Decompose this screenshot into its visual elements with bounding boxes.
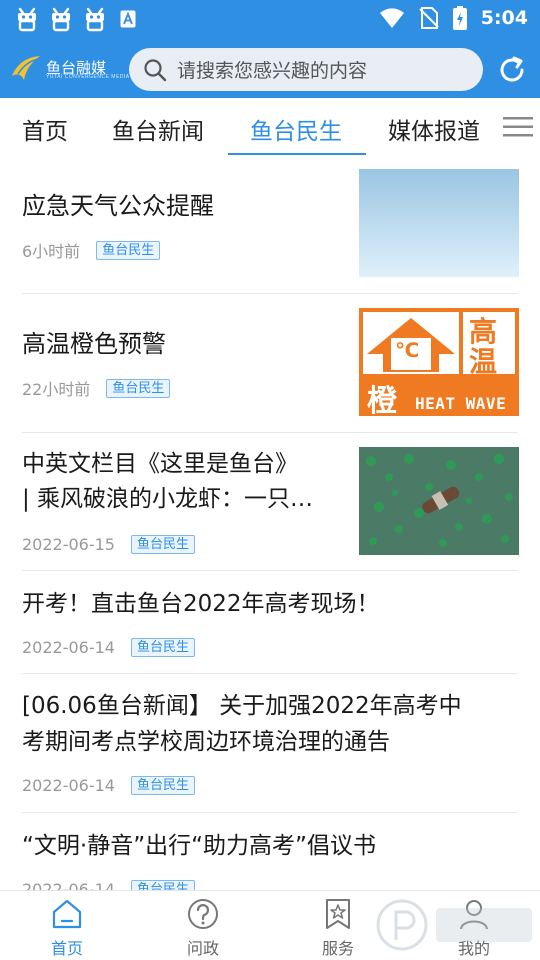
search-bar[interactable]: 请搜索您感兴趣的内容	[129, 48, 483, 91]
notification-bug-icon	[18, 7, 36, 32]
list-item[interactable]: 应急天气公众提醒 6小时前 鱼台民生	[0, 156, 540, 294]
list-item[interactable]: “文明·静音”出行“助力高考”倡议书 2022-06-14 鱼台民生	[0, 813, 540, 890]
article-time: 22小时前	[22, 380, 91, 399]
heat-wave-label: HEAT WAVE	[415, 394, 507, 413]
nav-services[interactable]: 服务	[298, 897, 378, 959]
article-title-line: [06.06鱼台新闻】 关于加强2022年高考中	[22, 693, 462, 719]
list-item[interactable]: 高温橙色预警 22小时前 鱼台民生 ℃ 高 温 橙 HEAT WAVE	[0, 294, 540, 433]
battery-charging-icon	[452, 6, 467, 30]
article-time: 2022-06-15	[22, 535, 115, 554]
search-icon	[144, 58, 167, 81]
nav-label: 首页	[50, 939, 83, 958]
home-icon	[52, 899, 82, 929]
article-title-line: 中英文栏目《这里是鱼台》	[22, 451, 298, 477]
notification-bug-icon	[52, 7, 70, 32]
status-bar: 5:04	[0, 0, 540, 38]
bookmark-star-icon	[326, 899, 350, 929]
article-time: 2022-06-14	[22, 880, 115, 890]
keyboard-a-icon	[120, 10, 136, 28]
logo-subtext: YUTAI CONVERGENCE MEDIA	[46, 74, 130, 80]
wifi-icon	[379, 8, 404, 28]
tab-home[interactable]: 首页	[22, 112, 68, 146]
article-list: 应急天气公众提醒 6小时前 鱼台民生 高温橙色预警 22小时前 鱼台民生 ℃ 高…	[0, 156, 540, 890]
article-meta: 22小时前 鱼台民生	[22, 376, 171, 400]
refresh-icon[interactable]	[497, 55, 527, 85]
notification-icons	[14, 6, 136, 32]
menu-icon[interactable]	[503, 116, 533, 138]
article-time: 2022-06-14	[22, 638, 115, 657]
nav-home[interactable]: 首页	[27, 897, 107, 959]
article-title-line: | 乘风破浪的小龙虾：一只…	[22, 486, 314, 512]
tab-yutai-livelihood[interactable]: 鱼台民生	[250, 112, 342, 146]
article-time: 6小时前	[22, 242, 81, 261]
category-tag: 鱼台民生	[96, 240, 161, 260]
list-item[interactable]: [06.06鱼台新闻】 关于加强2022年高考中 考期间考点学校周边环境治理的通…	[0, 674, 540, 813]
notification-bug-icon	[86, 7, 104, 32]
category-tag: 鱼台民生	[130, 535, 195, 554]
article-title: 应急天气公众提醒	[22, 192, 214, 220]
article-meta: 2022-06-14 鱼台民生	[22, 880, 195, 890]
system-indicators: 5:04	[379, 6, 528, 30]
category-tabs: 首页 鱼台新闻 鱼台民生 媒体报道	[0, 98, 540, 156]
article-meta: 2022-06-14 鱼台民生	[22, 638, 195, 657]
article-time: 2022-06-14	[22, 776, 115, 795]
list-item[interactable]: 开考！直击鱼台2022年高考现场！ 2022-06-14 鱼台民生	[0, 571, 540, 674]
watermark-logo	[376, 899, 532, 951]
list-item[interactable]: 中英文栏目《这里是鱼台》 | 乘风破浪的小龙虾：一只… 2022-06-15 鱼…	[0, 433, 540, 571]
article-title: 中英文栏目《这里是鱼台》 | 乘风破浪的小龙虾：一只…	[22, 447, 313, 517]
fish-logo-icon	[12, 56, 40, 80]
article-title: “文明·静音”出行“助力高考”倡议书	[22, 833, 376, 859]
celsius-label: ℃	[395, 338, 420, 362]
heat-char-cheng: 橙	[367, 384, 397, 416]
article-thumbnail-pond	[359, 447, 519, 555]
nav-inquiry[interactable]: 问政	[163, 897, 243, 959]
app-logo[interactable]: 鱼台融媒 YUTAI CONVERGENCE MEDIA	[10, 54, 129, 82]
category-tag: 鱼台民生	[130, 880, 195, 890]
app-header: 5:04 鱼台融媒 YUTAI CONVERGENCE MEDIA 请搜索您感兴…	[0, 0, 540, 98]
nav-label: 服务	[321, 939, 354, 958]
clock: 5:04	[480, 7, 528, 29]
category-tag: 鱼台民生	[130, 776, 195, 795]
article-title: 高温橙色预警	[22, 330, 166, 358]
category-tag: 鱼台民生	[130, 638, 195, 657]
article-meta: 6小时前 鱼台民生	[22, 238, 161, 262]
search-placeholder: 请搜索您感兴趣的内容	[177, 60, 368, 82]
tab-yutai-news[interactable]: 鱼台新闻	[112, 112, 204, 146]
article-title-line: 考期间考点学校周边环境治理的通告	[22, 729, 390, 755]
article-thumbnail-heat-warning: ℃ 高 温 橙 HEAT WAVE	[359, 308, 519, 416]
article-title: [06.06鱼台新闻】 关于加强2022年高考中 考期间考点学校周边环境治理的通…	[22, 688, 462, 760]
article-title: 开考！直击鱼台2022年高考现场！	[22, 591, 380, 617]
no-sim-icon	[419, 7, 439, 29]
pond-photo	[359, 447, 519, 555]
article-thumbnail-sky	[359, 169, 519, 277]
article-meta: 2022-06-14 鱼台民生	[22, 776, 195, 795]
nav-label: 问政	[186, 939, 219, 958]
category-tag: 鱼台民生	[106, 378, 171, 398]
article-meta: 2022-06-15 鱼台民生	[22, 535, 195, 554]
heat-char-wen: 温	[469, 345, 498, 378]
active-tab-indicator	[228, 153, 366, 155]
tab-media-reports[interactable]: 媒体报道	[388, 112, 480, 146]
question-icon	[188, 899, 218, 929]
